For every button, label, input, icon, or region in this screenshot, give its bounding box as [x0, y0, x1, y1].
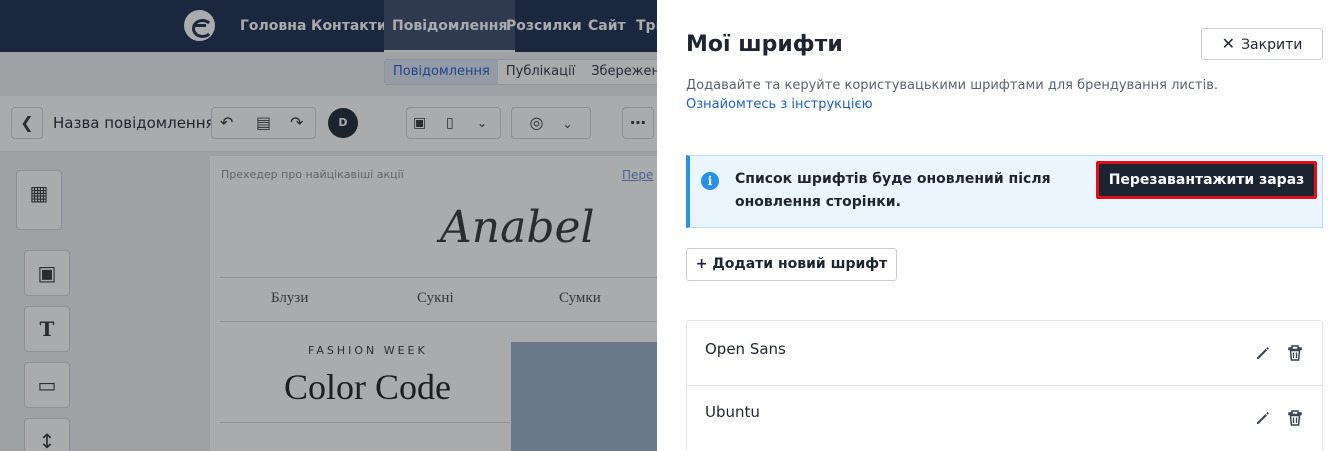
email-editor: Головна Контакти Повідомлення Розсилки С…	[0, 0, 660, 451]
trash-icon[interactable]	[1285, 408, 1305, 428]
font-name: Ubuntu	[705, 403, 760, 421]
trash-icon[interactable]	[1285, 343, 1305, 363]
reload-now-button[interactable]: Перезавантажити зараз	[1096, 161, 1317, 199]
edit-icon[interactable]	[1253, 408, 1273, 428]
edit-icon[interactable]	[1253, 343, 1273, 363]
app-root: Головна Контакти Повідомлення Розсилки С…	[0, 0, 1336, 451]
modal-backdrop[interactable]	[0, 0, 657, 451]
list-item: Open Sans	[687, 321, 1322, 386]
panel-title: Мої шрифти	[686, 32, 843, 57]
close-button-label: Закрити	[1241, 37, 1303, 53]
panel-description: Додавайте та керуйте користувацькими шри…	[686, 78, 1219, 93]
font-list: Open Sans Ubuntu	[686, 320, 1323, 451]
list-item: Ubuntu	[687, 386, 1322, 451]
info-banner: i Список шрифтів буде оновлений після он…	[686, 155, 1323, 228]
info-banner-text: Список шрифтів буде оновлений після онов…	[735, 171, 1051, 210]
info-icon: i	[701, 172, 719, 190]
font-name: Open Sans	[705, 340, 786, 358]
close-icon: ✕	[1221, 34, 1236, 53]
fonts-panel: Мої шрифти ✕ Закрити Додавайте та керуйте…	[657, 0, 1336, 451]
close-button[interactable]: ✕ Закрити	[1201, 28, 1323, 60]
guide-link[interactable]: Ознайомтесь з інструкцією	[686, 97, 873, 112]
add-font-button[interactable]: + Додати новий шрифт	[686, 248, 897, 281]
